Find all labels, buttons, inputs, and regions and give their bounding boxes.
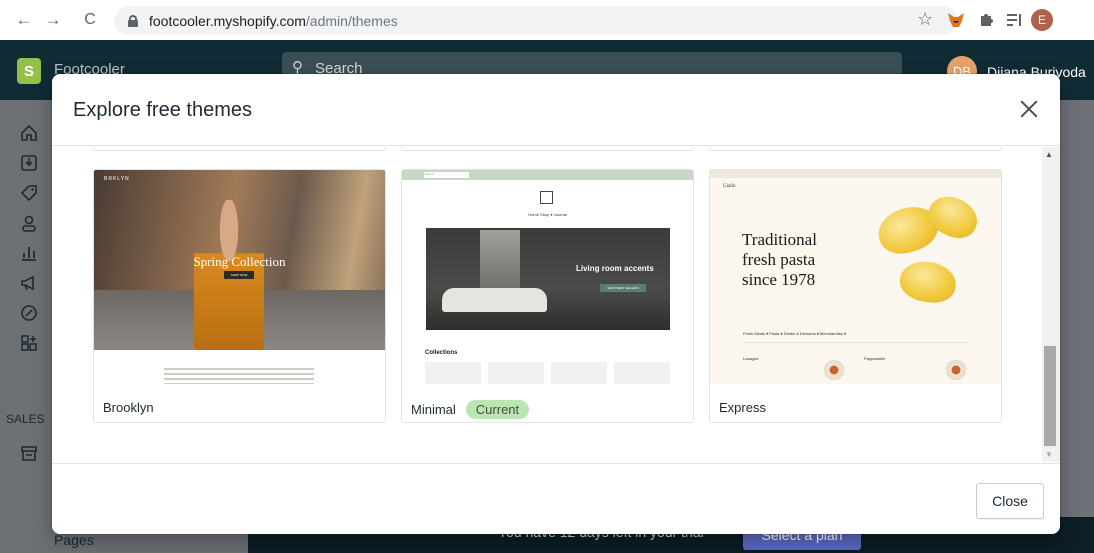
preview-hero-line: fresh pasta [742, 250, 816, 269]
close-icon[interactable] [1016, 96, 1042, 122]
online-store-icon[interactable] [18, 442, 40, 464]
modal-footer: Close [52, 463, 1060, 534]
sidebar-section-sales: SALES [6, 412, 45, 426]
theme-preview-image[interactable]: BRKLYN Spring Collection SHOP NOW [94, 170, 385, 384]
scrollbar-thumb[interactable] [1044, 346, 1056, 446]
marketing-megaphone-icon[interactable] [18, 272, 40, 294]
products-tag-icon[interactable] [18, 182, 40, 204]
theme-card-minimal[interactable]: Search Home Shop ▾ Journal Living room a… [401, 169, 694, 423]
preview-hero-title: Spring Collection [193, 254, 286, 269]
preview-hero-button: SHOP BEST SELLERS [600, 284, 646, 292]
modal-body: BRKLYN Spring Collection SHOP NOW Brookl… [52, 147, 1060, 462]
preview-logo [540, 191, 553, 204]
apps-icon[interactable] [18, 332, 40, 354]
theme-name: Minimal Current [411, 400, 530, 419]
analytics-icon[interactable] [18, 242, 40, 264]
profile-avatar[interactable]: E [1031, 9, 1053, 31]
address-bar[interactable]: footcooler.myshopify.com/admin/themes [114, 6, 958, 35]
theme-name-label: Express [719, 400, 766, 415]
theme-name-label: Brooklyn [103, 400, 154, 415]
preview-announcement-bar [710, 170, 1001, 178]
preview-hero-title: Traditional fresh pasta since 1978 [742, 230, 817, 290]
preview-hero-line: Traditional [742, 230, 817, 249]
theme-card-express[interactable]: Giallo Traditional fresh pasta since 197… [709, 169, 1002, 423]
bookmark-star-icon[interactable]: ☆ [917, 9, 933, 30]
preview-bathtub [442, 288, 547, 312]
preview-tiles [425, 362, 671, 384]
shopify-logo-icon[interactable]: S [17, 58, 41, 84]
preview-hero-title: Living room accents [576, 264, 654, 273]
preview-search: Search [424, 172, 469, 178]
close-button[interactable]: Close [976, 483, 1044, 519]
previous-card-edge [401, 147, 694, 151]
discounts-icon[interactable] [18, 302, 40, 324]
theme-card-brooklyn[interactable]: BRKLYN Spring Collection SHOP NOW Brookl… [93, 169, 386, 423]
preview-dish [946, 360, 966, 380]
extensions-puzzle-icon[interactable] [976, 10, 996, 30]
preview-window [480, 230, 520, 292]
preview-nav: BRKLYN [104, 176, 130, 182]
scroll-down-arrow-icon[interactable]: ▼ [1045, 450, 1053, 459]
preview-hero-button: SHOP NOW [224, 271, 254, 279]
home-icon[interactable] [18, 122, 40, 144]
url-path: /admin/themes [305, 12, 398, 29]
preview-divider [743, 342, 968, 343]
orders-inbox-icon[interactable] [18, 152, 40, 174]
theme-preview-image[interactable]: Giallo Traditional fresh pasta since 197… [710, 170, 1001, 384]
modal-header: Explore free themes [52, 74, 1060, 146]
url-host: footcooler.myshopify.com [149, 12, 306, 29]
explore-themes-modal: Explore free themes BRKLYN Spring Collec… [52, 74, 1060, 534]
preview-logo: Giallo [723, 184, 736, 189]
theme-name-label: Minimal [411, 402, 456, 417]
current-badge: Current [465, 400, 530, 419]
customers-icon[interactable] [18, 212, 40, 234]
preview-hero-line: since 1978 [742, 270, 816, 289]
lock-icon [128, 14, 138, 27]
preview-item: Pappardelle [864, 356, 886, 361]
reading-list-icon[interactable] [1005, 10, 1025, 30]
back-arrow-icon[interactable]: ← [13, 9, 35, 31]
scroll-up-arrow-icon[interactable]: ▲ [1045, 150, 1053, 159]
preview-body-text [164, 368, 314, 384]
forward-arrow-icon[interactable]: → [42, 9, 64, 31]
preview-tabs: Fresh Meals ▾ Pasta ▾ Drinks & Desserts … [743, 331, 846, 336]
reload-icon[interactable]: C [79, 9, 101, 31]
preview-hero [426, 228, 670, 330]
previous-card-edge [709, 147, 1002, 151]
modal-title: Explore free themes [73, 99, 252, 121]
sidebar-item-pages[interactable]: Pages [54, 532, 94, 548]
preview-item: Lasagna [743, 356, 759, 361]
browser-toolbar: ← → C footcooler.myshopify.com/admin/the… [0, 0, 1094, 40]
previous-card-edge [93, 147, 386, 151]
preview-dish [824, 360, 844, 380]
metamask-fox-icon[interactable] [946, 10, 966, 30]
theme-preview-image[interactable]: Search Home Shop ▾ Journal Living room a… [402, 170, 693, 384]
preview-section-title: Collections [425, 350, 458, 356]
preview-links: Home Shop ▾ Journal [528, 212, 567, 217]
theme-name: Express [719, 400, 766, 415]
theme-name: Brooklyn [103, 400, 154, 415]
